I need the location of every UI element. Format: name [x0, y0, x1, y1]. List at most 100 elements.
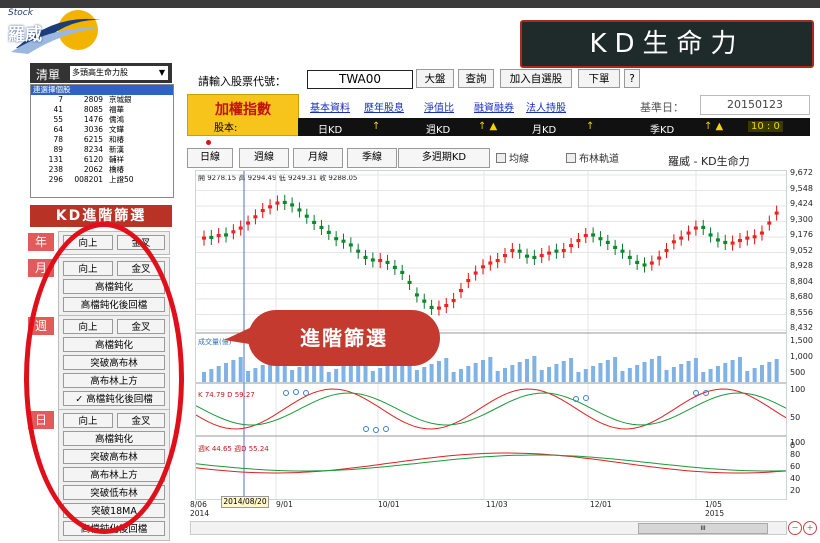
volume-bar — [605, 360, 610, 382]
candle-body — [216, 234, 221, 238]
axis-tick-label: 40 — [790, 474, 801, 483]
candle-body — [458, 289, 463, 293]
list-item[interactable]: 78 6215 和椿 — [31, 135, 173, 145]
info-link[interactable]: 融資融券 — [474, 99, 514, 114]
volume-bar — [745, 371, 750, 382]
info-link[interactable]: 歷年股息 — [364, 99, 404, 114]
volume-bar — [517, 362, 522, 382]
axis-tick-label: 50 — [790, 413, 801, 422]
candle-body — [715, 238, 720, 242]
volume-bar — [231, 360, 236, 382]
list-item[interactable]: 41 8085 福華 — [31, 105, 173, 115]
list-code: 2809 — [83, 95, 103, 104]
axis-tick-label: 9,300 — [790, 214, 813, 224]
period-tab[interactable]: 季線 — [347, 148, 397, 168]
candle-body — [730, 241, 735, 245]
volume-bar — [422, 367, 427, 382]
list-item[interactable]: 7 2809 京城銀 — [31, 95, 173, 105]
period-tab[interactable]: 月線 — [293, 148, 343, 168]
candle-body — [451, 299, 456, 303]
x-axis-label: 9/01 — [276, 500, 293, 509]
volume-bar — [708, 369, 713, 382]
candle-body — [686, 231, 691, 235]
candle-body — [480, 265, 485, 269]
candle-body — [569, 244, 574, 248]
kd-cell: 季KD — [650, 125, 675, 136]
chart-checkbox[interactable]: 布林軌道 — [566, 150, 619, 165]
axis-tick-label: 20 — [790, 486, 801, 495]
volume-bar — [532, 356, 537, 382]
callout-bubble: 進階篩選 — [248, 310, 440, 366]
candle-body — [385, 260, 390, 264]
period-tab[interactable]: 日線 — [187, 148, 233, 168]
stock-list[interactable]: 連選擇個股 7 2809 京城銀 41 8085 福華 55 1476 儒鴻 64 3036 文曄 78… — [30, 84, 174, 198]
app-logo: Stock 羅威 — [6, 8, 106, 58]
window-top-bar — [0, 0, 820, 8]
candle-body — [282, 200, 287, 204]
kd-marker — [283, 390, 289, 396]
volume-bar — [209, 369, 214, 382]
axis-tick-label: 8,804 — [790, 276, 813, 286]
list-code: 8234 — [83, 145, 103, 154]
kd-cell: ↑ ▲ — [704, 121, 724, 132]
checkbox-label: 布林軌道 — [579, 154, 619, 165]
zoom-in-icon[interactable]: + — [803, 521, 817, 535]
list-item[interactable]: 64 3036 文曄 — [31, 125, 173, 135]
list-stock-name: 輔祥 — [109, 155, 124, 164]
query-button[interactable]: 查詢 — [458, 69, 494, 88]
candle-body — [767, 221, 772, 225]
candle-body — [774, 211, 779, 215]
help-button[interactable]: ? — [624, 69, 640, 88]
index-box: 加權指數 股本: — [187, 94, 299, 136]
list-item[interactable]: 296 008201 上證50 — [31, 175, 173, 185]
list-item[interactable]: 89 8234 新漢 — [31, 145, 173, 155]
list-rank: 131 — [48, 155, 63, 164]
list-item[interactable]: 131 6120 輔祥 — [31, 155, 173, 165]
candle-body — [620, 249, 625, 253]
list-stock-name: 橋椿 — [109, 165, 124, 174]
volume-bar — [246, 371, 251, 382]
kd-cell: ↑ — [372, 121, 381, 132]
info-link[interactable]: 基本資料 — [310, 99, 350, 114]
candle-body — [246, 221, 251, 225]
stock-code-value: TWA00 — [338, 72, 382, 86]
scroll-thumb[interactable]: III — [638, 523, 768, 534]
zoom-out-icon[interactable]: − — [788, 521, 802, 535]
kd-cell: 日KD — [318, 125, 343, 136]
info-link[interactable]: 法人持股 — [526, 99, 566, 114]
chart-title: 羅威 - KD生命力 — [668, 155, 750, 168]
volume-bar — [701, 372, 706, 382]
chart-checkbox[interactable]: 均線 — [496, 150, 529, 165]
stock-code-input[interactable]: TWA00 — [307, 70, 413, 89]
week-d-line — [196, 454, 786, 472]
volume-bar — [649, 359, 654, 382]
period-tab[interactable]: 多週期KD — [398, 148, 490, 168]
volume-bar — [444, 358, 449, 382]
order-button[interactable]: 下單 — [578, 69, 620, 88]
list-code: 8085 — [83, 105, 103, 114]
kd-marker — [293, 389, 299, 395]
market-button[interactable]: 大盤 — [416, 69, 454, 88]
axis-tick-label: 80 — [790, 450, 801, 459]
info-link[interactable]: 淨值比 — [424, 99, 454, 114]
volume-bar — [686, 361, 691, 382]
candle-body — [341, 239, 346, 243]
list-stock-name: 京城銀 — [109, 95, 132, 104]
volume-bar — [767, 362, 772, 382]
list-item[interactable]: 238 2062 橋椿 — [31, 165, 173, 175]
kd2-label: 週K 44.65 週D 55.24 — [198, 445, 269, 453]
list-item[interactable]: 55 1476 儒鴻 — [31, 115, 173, 125]
add-watchlist-button[interactable]: 加入自選股 — [500, 69, 572, 88]
list-select[interactable]: 多頭高生命力股 ▼ — [70, 66, 168, 80]
volume-bar — [429, 364, 434, 382]
kd-cell: 10 : 0 — [748, 121, 783, 132]
candle-body — [422, 299, 427, 303]
kd-marker — [303, 390, 309, 396]
candle-body — [231, 230, 236, 234]
list-code: 2062 — [83, 165, 103, 174]
list-select-value: 多頭高生命力股 — [72, 68, 128, 77]
period-tab[interactable]: 週線 — [239, 148, 289, 168]
volume-bar — [730, 360, 735, 382]
volume-bar — [591, 366, 596, 382]
horizontal-scrollbar[interactable]: III — [190, 521, 787, 535]
